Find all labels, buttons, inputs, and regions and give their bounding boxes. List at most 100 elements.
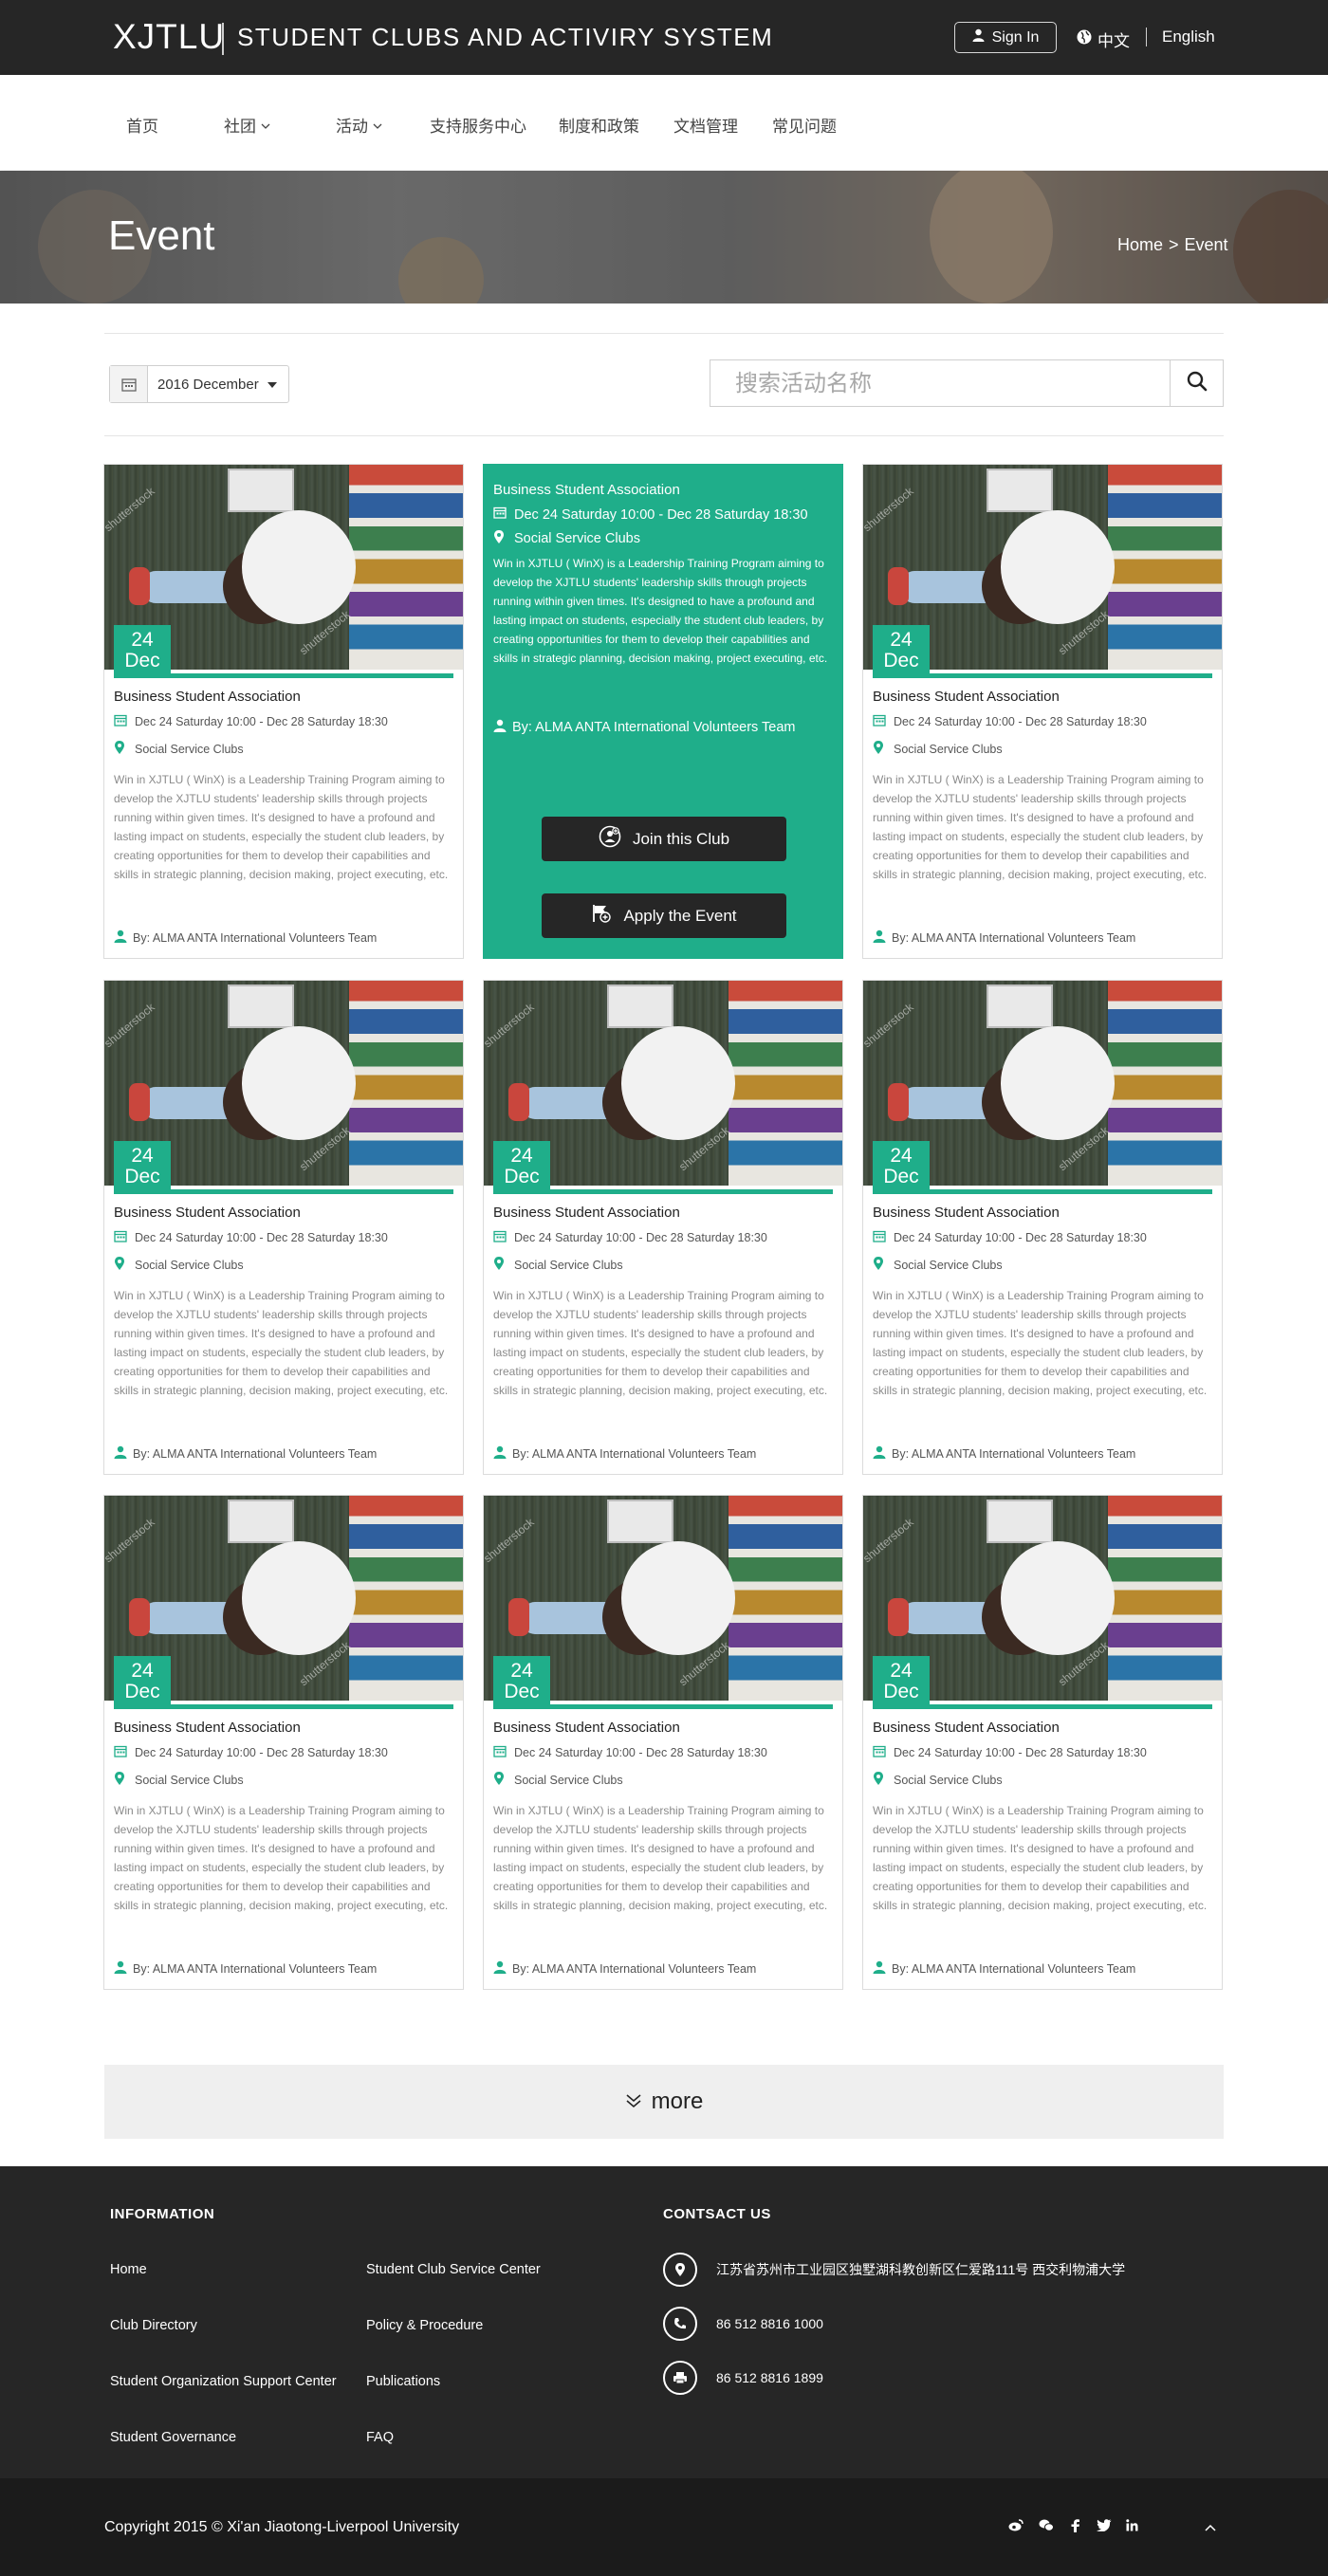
linkedin-icon[interactable] <box>1126 2519 1138 2534</box>
twitter-icon[interactable] <box>1097 2519 1112 2534</box>
location-pin-icon <box>493 529 505 548</box>
event-month: Dec <box>883 650 919 672</box>
language-chinese-link[interactable]: 中文 <box>1077 28 1130 51</box>
event-host-text: By: ALMA ANTA International Volunteers T… <box>892 1961 1136 1976</box>
event-month: Dec <box>124 1166 160 1187</box>
nav-item-clubs[interactable]: 社团 <box>224 113 270 137</box>
event-organizer[interactable]: Business Student Association <box>114 1205 301 1221</box>
event-time: Dec 24 Saturday 10:00 - Dec 28 Saturday … <box>873 1745 1147 1760</box>
event-card[interactable]: shutterstock shutterstock 24 Dec Business St… <box>103 980 464 1475</box>
event-organizer[interactable]: Business Student Association <box>873 1205 1060 1221</box>
event-location: Social Service Clubs <box>493 1771 623 1789</box>
image-legs <box>142 1602 247 1634</box>
facebook-icon[interactable] <box>1071 2519 1079 2535</box>
footer-link[interactable]: Student Organization Support Center <box>110 2374 337 2389</box>
event-date-badge: 24 Dec <box>493 1141 550 1192</box>
event-card[interactable]: shutterstock shutterstock 24 Dec Business St… <box>103 1495 464 1990</box>
event-card[interactable]: shutterstock shutterstock 24 Dec Business St… <box>862 464 1223 959</box>
nav-item-support-center[interactable]: 支持服务中心 <box>430 113 526 137</box>
weibo-icon[interactable] <box>1008 2519 1024 2534</box>
apply-event-button[interactable]: Apply the Event <box>542 893 786 938</box>
search-input[interactable] <box>710 360 1170 406</box>
contact-address: 江苏省苏州市工业园区独墅湖科教创新区仁爱路111号 西交利物浦大学 <box>663 2253 1125 2287</box>
event-card[interactable]: shutterstock shutterstock 24 Dec Business St… <box>862 1495 1223 1990</box>
image-bookshelf <box>729 981 842 1186</box>
search-button[interactable] <box>1170 360 1223 406</box>
load-more-button[interactable]: more <box>104 2065 1224 2139</box>
event-time-text: Dec 24 Saturday 10:00 - Dec 28 Saturday … <box>894 1746 1147 1759</box>
footer-link[interactable]: Publications <box>366 2374 440 2389</box>
globe-icon <box>1077 29 1092 49</box>
event-card[interactable]: shutterstock shutterstock 24 Dec Business St… <box>103 464 464 959</box>
location-pin-icon <box>114 1256 125 1274</box>
footer-link[interactable]: FAQ <box>366 2430 394 2445</box>
sign-in-button[interactable]: Sign In <box>954 22 1057 53</box>
image-shoe <box>888 1083 909 1121</box>
event-date-badge: 24 Dec <box>873 1141 930 1192</box>
event-host: By: ALMA ANTA International Volunteers T… <box>493 1445 756 1462</box>
event-organizer[interactable]: Business Student Association <box>493 1720 680 1736</box>
footer-info-heading: INFORMATION <box>110 2206 215 2222</box>
event-host-text: By: ALMA ANTA International Volunteers T… <box>512 720 796 735</box>
user-icon <box>493 719 507 736</box>
chevron-down-icon <box>261 116 270 135</box>
user-icon <box>114 1960 127 1977</box>
image-bookshelf <box>1108 981 1222 1186</box>
wechat-icon[interactable] <box>1039 2519 1054 2534</box>
event-location: Social Service Clubs <box>873 740 1003 758</box>
event-card[interactable]: shutterstock shutterstock 24 Dec Business St… <box>862 980 1223 1475</box>
footer-contact-heading: CONTSACT US <box>663 2206 771 2222</box>
join-club-button[interactable]: Join this Club <box>542 817 786 861</box>
footer-link[interactable]: Club Directory <box>110 2318 197 2333</box>
event-host: By: ALMA ANTA International Volunteers T… <box>873 1960 1135 1977</box>
footer-link[interactable]: Policy & Procedure <box>366 2318 483 2333</box>
month-picker[interactable]: 2016 December <box>109 365 289 403</box>
image-watermark: shutterstock <box>484 1000 537 1051</box>
event-card[interactable]: shutterstock shutterstock 24 Dec Business St… <box>483 980 843 1475</box>
event-host: By: ALMA ANTA International Volunteers T… <box>114 1445 377 1462</box>
image-person <box>1001 1026 1115 1140</box>
event-organizer[interactable]: Business Student Association <box>493 482 680 498</box>
event-location: Social Service Clubs <box>493 529 640 548</box>
event-description: Win in XJTLU ( WinX) is a Leadership Tra… <box>114 1804 449 1912</box>
join-club-label: Join this Club <box>632 829 730 848</box>
nav-label: 文档管理 <box>673 118 738 136</box>
nav-item-faq[interactable]: 常见问题 <box>772 113 837 137</box>
image-legs <box>522 1602 626 1634</box>
event-month: Dec <box>124 1681 160 1702</box>
image-bookshelf <box>349 465 463 670</box>
image-legs <box>901 1087 1005 1119</box>
user-icon <box>873 1960 886 1977</box>
nav-item-events[interactable]: 活动 <box>336 113 382 137</box>
event-organizer[interactable]: Business Student Association <box>873 689 1060 705</box>
event-card-featured[interactable]: Business Student Association Dec 24 Satur… <box>483 464 843 959</box>
event-card[interactable]: shutterstock shutterstock 24 Dec Business St… <box>483 1495 843 1990</box>
logo-divider <box>222 23 224 55</box>
event-organizer[interactable]: Business Student Association <box>114 689 301 705</box>
image-laptop <box>228 984 294 1028</box>
footer-link[interactable]: Student Governance <box>110 2430 236 2445</box>
footer-link[interactable]: Student Club Service Center <box>366 2262 541 2277</box>
back-to-top-icon[interactable] <box>1205 2519 1216 2534</box>
nav-label: 常见问题 <box>772 118 837 136</box>
event-organizer[interactable]: Business Student Association <box>493 1205 680 1221</box>
language-english-link[interactable]: English <box>1162 28 1215 46</box>
event-host: By: ALMA ANTA International Volunteers T… <box>114 929 377 946</box>
logo[interactable]: XJTLU <box>113 17 225 57</box>
language-chinese-label: 中文 <box>1097 32 1130 50</box>
calendar-icon <box>114 1745 127 1760</box>
event-organizer[interactable]: Business Student Association <box>114 1720 301 1736</box>
nav-label: 制度和政策 <box>559 118 639 136</box>
calendar-icon <box>493 1745 507 1760</box>
image-laptop <box>987 984 1053 1028</box>
event-date-badge: 24 Dec <box>493 1656 550 1707</box>
nav-item-documents[interactable]: 文档管理 <box>673 113 738 137</box>
nav-label: 活动 <box>336 118 368 136</box>
footer-link[interactable]: Home <box>110 2262 147 2277</box>
nav-item-home[interactable]: 首页 <box>126 113 158 137</box>
breadcrumb-home[interactable]: Home <box>1117 235 1163 255</box>
image-person <box>242 1541 356 1655</box>
nav-item-policies[interactable]: 制度和政策 <box>559 113 639 137</box>
event-day: 24 <box>510 1660 533 1682</box>
event-organizer[interactable]: Business Student Association <box>873 1720 1060 1736</box>
